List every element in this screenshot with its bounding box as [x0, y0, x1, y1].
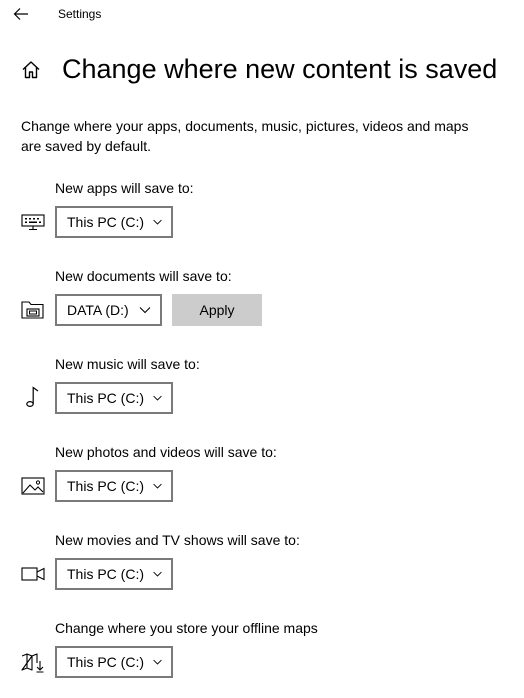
chevron-down-icon [153, 571, 162, 577]
chevron-down-icon [153, 659, 162, 665]
movies-location-dropdown[interactable]: This PC (C:) [55, 558, 173, 590]
photos-location-dropdown[interactable]: This PC (C:) [55, 470, 173, 502]
movies-location-value: This PC (C:) [67, 566, 144, 582]
apps-location-dropdown[interactable]: This PC (C:) [55, 206, 173, 238]
back-button[interactable] [8, 3, 34, 25]
photos-save-label: New photos and videos will save to: [55, 444, 277, 460]
music-location-dropdown[interactable]: This PC (C:) [55, 382, 173, 414]
music-save-label: New music will save to: [55, 356, 200, 372]
back-arrow-icon [13, 8, 28, 20]
title-bar: Settings [0, 0, 524, 30]
app-title: Settings [58, 7, 102, 21]
chevron-down-icon [139, 307, 151, 314]
folder-drive-icon [21, 301, 44, 319]
music-note-icon [26, 386, 39, 408]
chevron-down-icon [153, 483, 162, 489]
apps-location-value: This PC (C:) [67, 214, 144, 230]
map-download-icon [21, 653, 44, 673]
documents-location-dropdown[interactable]: DATA (D:) [55, 294, 162, 326]
documents-location-value: DATA (D:) [67, 302, 129, 318]
apply-button[interactable]: Apply [172, 294, 262, 326]
keyboard-icon [21, 214, 45, 231]
page-title: Change where new content is saved [62, 54, 498, 84]
video-camera-icon [21, 567, 45, 581]
home-icon[interactable] [20, 59, 42, 81]
maps-location-dropdown[interactable]: This PC (C:) [55, 646, 173, 678]
photos-location-value: This PC (C:) [67, 478, 144, 494]
maps-save-label: Change where you store your offline maps [55, 620, 318, 636]
music-location-value: This PC (C:) [67, 390, 144, 406]
chevron-down-icon [153, 395, 162, 401]
maps-location-value: This PC (C:) [67, 654, 144, 670]
chevron-down-icon [153, 219, 162, 225]
documents-save-label: New documents will save to: [55, 268, 232, 284]
apps-save-label: New apps will save to: [55, 180, 194, 196]
page-description: Change where your apps, documents, music… [21, 118, 469, 154]
photo-icon [21, 477, 45, 495]
movies-save-label: New movies and TV shows will save to: [55, 532, 300, 548]
